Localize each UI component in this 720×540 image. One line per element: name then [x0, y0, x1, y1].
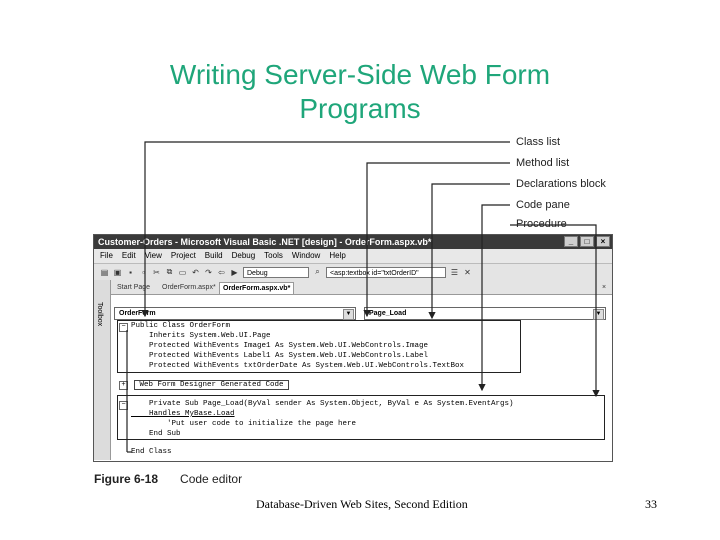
- figure-number: Figure 6-18: [94, 472, 159, 486]
- figure-caption-text: Code editor: [180, 472, 243, 486]
- callout-lines: [126, 141, 600, 453]
- method-list-line: [363, 162, 510, 318]
- code-pane-line: [478, 204, 510, 392]
- procedure-line: [510, 224, 600, 398]
- declarations-block-line: [428, 183, 510, 320]
- footer-text: Database-Driven Web Sites, Second Editio…: [256, 497, 468, 511]
- figure-caption: Figure 6-18 Code editor: [94, 472, 242, 486]
- page-number: 33: [645, 497, 657, 511]
- class-list-line: [141, 141, 510, 318]
